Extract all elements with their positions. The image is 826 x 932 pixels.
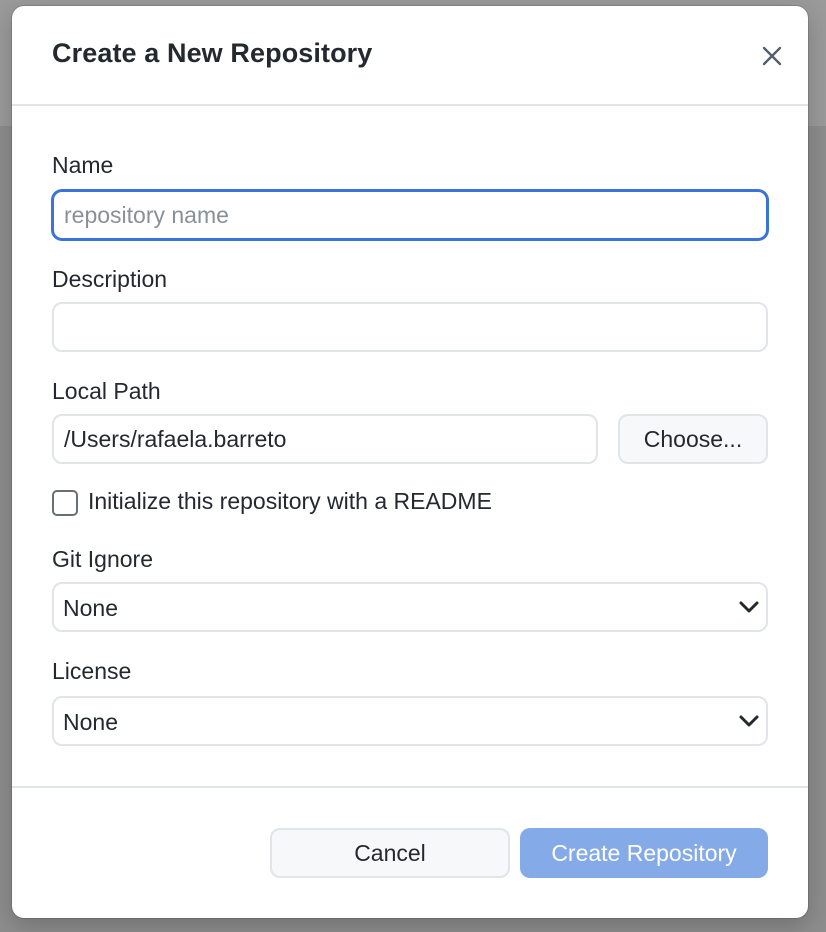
create-repository-dialog: Create a New Repository Name Description… xyxy=(12,6,808,918)
dialog-header: Create a New Repository xyxy=(12,6,808,106)
close-button[interactable] xyxy=(756,40,788,72)
name-input[interactable] xyxy=(52,190,768,240)
license-select[interactable]: None xyxy=(52,696,768,746)
dialog-title: Create a New Repository xyxy=(52,38,373,68)
local-path-input[interactable] xyxy=(52,414,598,464)
chevron-down-icon xyxy=(739,715,759,727)
readme-checkbox-label: Initialize this repository with a README xyxy=(88,488,492,514)
local-path-label: Local Path xyxy=(52,378,161,404)
cancel-button[interactable]: Cancel xyxy=(270,828,510,878)
name-label: Name xyxy=(52,152,114,178)
dialog-footer-divider xyxy=(12,786,808,788)
license-selected-value: None xyxy=(63,709,118,735)
license-label: License xyxy=(52,658,132,684)
gitignore-label: Git Ignore xyxy=(52,546,153,572)
choose-path-button[interactable]: Choose... xyxy=(618,414,768,464)
close-icon xyxy=(762,46,782,66)
gitignore-selected-value: None xyxy=(63,595,118,621)
create-repository-button[interactable]: Create Repository xyxy=(520,828,768,878)
description-input[interactable] xyxy=(52,302,768,352)
chevron-down-icon xyxy=(739,601,759,613)
description-label: Description xyxy=(52,266,168,292)
gitignore-select[interactable]: None xyxy=(52,582,768,632)
readme-checkbox[interactable] xyxy=(52,490,78,516)
